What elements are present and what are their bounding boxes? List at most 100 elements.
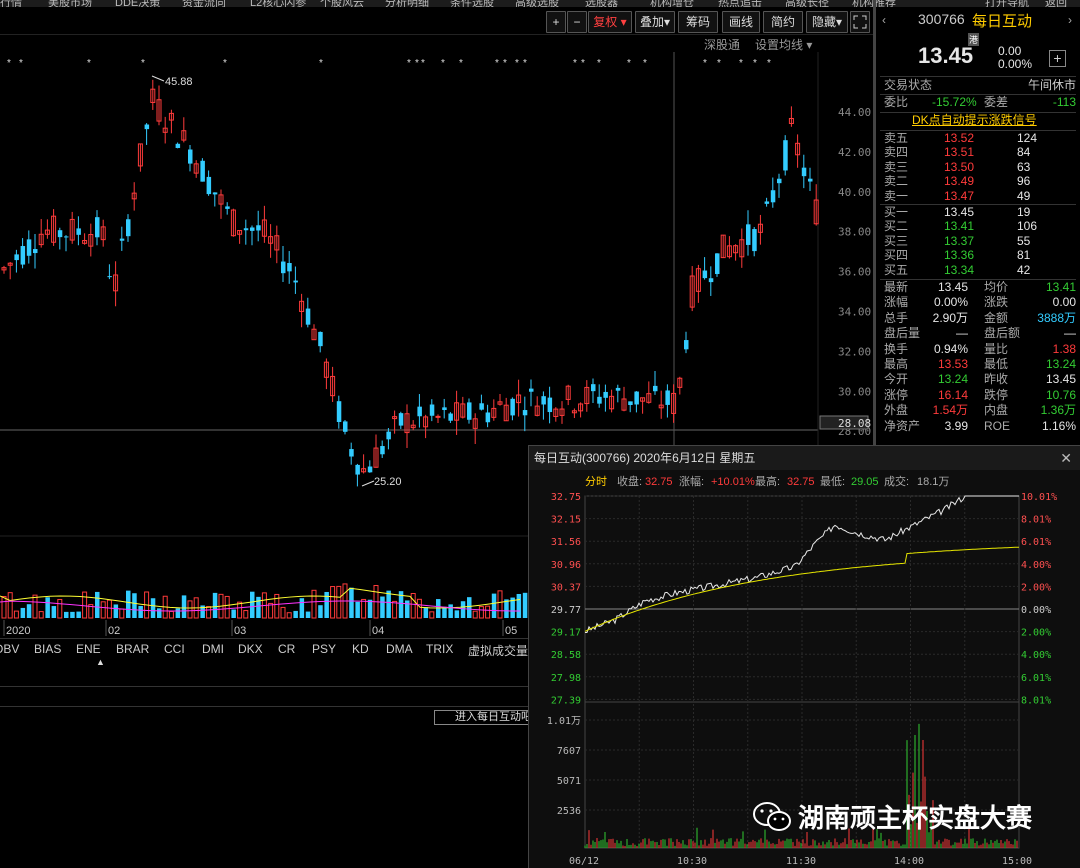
event-marker-icon[interactable]: * [495,58,499,69]
enter-forum-button[interactable]: 进入每日互动吧 [434,710,530,725]
top-menu-item[interactable]: 条件选股 [450,0,494,7]
indicator-tab[interactable]: CR [278,642,295,656]
price-axis-label: 44.00 [838,106,871,119]
prev-stock-icon[interactable]: ‹ [882,13,886,27]
top-menu-item[interactable]: 返回 [1045,0,1067,7]
collapse-handle-icon[interactable]: ▲ [96,658,110,667]
indicator-tab[interactable]: OBV [0,642,19,656]
top-menu-item[interactable]: 美股市场 [48,0,92,7]
top-menu-item[interactable]: 热点追击 [718,0,762,7]
bottom-pane: ▲ [0,658,528,868]
stat-value: 1.16% [1041,418,1076,433]
event-marker-icon[interactable]: * [441,58,445,69]
indicator-tab[interactable]: CCI [164,642,185,656]
indicator-tab[interactable]: DMI [202,642,224,656]
volume-bar [429,611,435,619]
event-marker-icon[interactable]: * [643,58,647,69]
hide-button[interactable]: 隐藏▾ [806,11,848,33]
indicator-tab[interactable]: 虚拟成交量 [468,642,528,659]
event-marker-icon[interactable]: * [407,58,411,69]
indicator-tab[interactable]: KD [352,642,369,656]
top-menu-item[interactable]: 选股器 [585,0,618,7]
event-marker-icon[interactable]: * [515,58,519,69]
indicator-tab[interactable]: BRAR [116,642,149,656]
event-marker-icon[interactable]: * [7,58,11,69]
indicator-tab[interactable]: PSY [312,642,336,656]
overlay-label: 叠加 [639,15,664,29]
event-marker-icon[interactable]: * [223,58,227,69]
candle-body [256,225,261,231]
current-price-label: 28.08 [838,417,871,430]
dropdown-icon: ▾ [835,15,843,29]
next-stock-icon[interactable]: › [1068,13,1072,27]
add-watchlist-button[interactable]: + [1049,50,1066,67]
event-marker-icon[interactable]: * [319,58,323,69]
event-marker-icon[interactable]: * [753,58,757,69]
top-menu-item[interactable]: 打开导航 [985,0,1029,7]
event-marker-icon[interactable]: * [581,58,585,69]
volume-bar [38,611,44,619]
indicator-tab[interactable]: TRIX [426,642,453,656]
stat-value: 1.36万 [1040,403,1076,418]
chips-button[interactable]: 筹码 [678,11,718,33]
zoom-in-button[interactable]: + [546,11,566,33]
zoom-out-button[interactable]: − [567,11,587,33]
draw-line-button[interactable]: 画线 [722,11,760,33]
event-marker-icon[interactable]: * [421,58,425,69]
event-marker-icon[interactable]: * [415,58,419,69]
event-marker-icon[interactable]: * [703,58,707,69]
event-marker-icon[interactable]: * [19,58,23,69]
event-marker-icon[interactable]: * [627,58,631,69]
fullscreen-button[interactable] [850,11,870,33]
divider [880,76,1076,77]
event-marker-icon[interactable]: * [717,58,721,69]
event-marker-icon[interactable]: * [503,58,507,69]
indicator-tab[interactable]: DMA [386,642,413,656]
event-marker-icon[interactable]: * [523,58,527,69]
top-menu-item[interactable]: 资金流向 [182,0,226,7]
top-menu-item[interactable]: 高级长径 [785,0,829,7]
buy-level-volume: 106 [1017,219,1038,234]
indicator-tab[interactable]: BIAS [34,642,61,656]
stat-value: — [956,326,968,341]
overlay-button[interactable]: 叠加▾ [635,11,675,33]
stat-value: 3888万 [1037,310,1076,325]
event-marker-icon[interactable]: * [739,58,743,69]
top-menu-item[interactable]: 机构增仓 [650,0,694,7]
top-menu-item[interactable]: 个股风云 [320,0,364,7]
event-marker-icon[interactable]: * [87,58,91,69]
top-menu-item[interactable]: 分析明细 [385,0,429,7]
sell-level-row: 卖五 13.52 124 [884,131,1076,145]
indicator-tab[interactable]: DKX [238,642,263,656]
close-icon[interactable]: ✕ [1060,446,1072,470]
buy-level-label: 买一 [884,205,909,219]
event-marker-icon[interactable]: * [767,58,771,69]
top-menu-item[interactable]: L2核心闪参 [250,0,306,7]
sell-level-price: 13.47 [944,188,975,203]
volume-axis-label: 5071 [557,776,581,787]
price-axis-label: 32.00 [838,345,871,358]
candle-body [64,236,69,238]
tab-fenshi[interactable]: 分时 [585,472,607,492]
price-axis-label: 32.75 [551,492,581,503]
low-marker-line [361,480,375,487]
volume-bar [410,593,416,619]
event-marker-icon[interactable]: * [141,58,145,69]
fuquan-button[interactable]: 复权 ▾ [588,11,632,33]
top-menu-item[interactable]: 行情 [0,0,22,7]
dk-signal-link[interactable]: DK点自动提示涨跌信号 [912,112,1037,128]
candle-body [417,406,422,417]
candle-body [715,253,720,275]
top-menu-item[interactable]: DDE决策 [115,0,160,7]
event-marker-icon[interactable]: * [459,58,463,69]
simple-mode-button[interactable]: 简约 [763,11,803,33]
event-marker-icon[interactable]: * [573,58,577,69]
stat-label: 涨幅 [884,295,909,310]
indicator-tab[interactable]: ENE [76,642,101,656]
top-menu-item[interactable]: 高级选股 [515,0,559,7]
event-marker-icon[interactable]: * [597,58,601,69]
divider [0,706,528,707]
candle-body [801,167,807,177]
candle-body [20,246,26,265]
pct-axis-label: 0.00% [1021,605,1051,616]
